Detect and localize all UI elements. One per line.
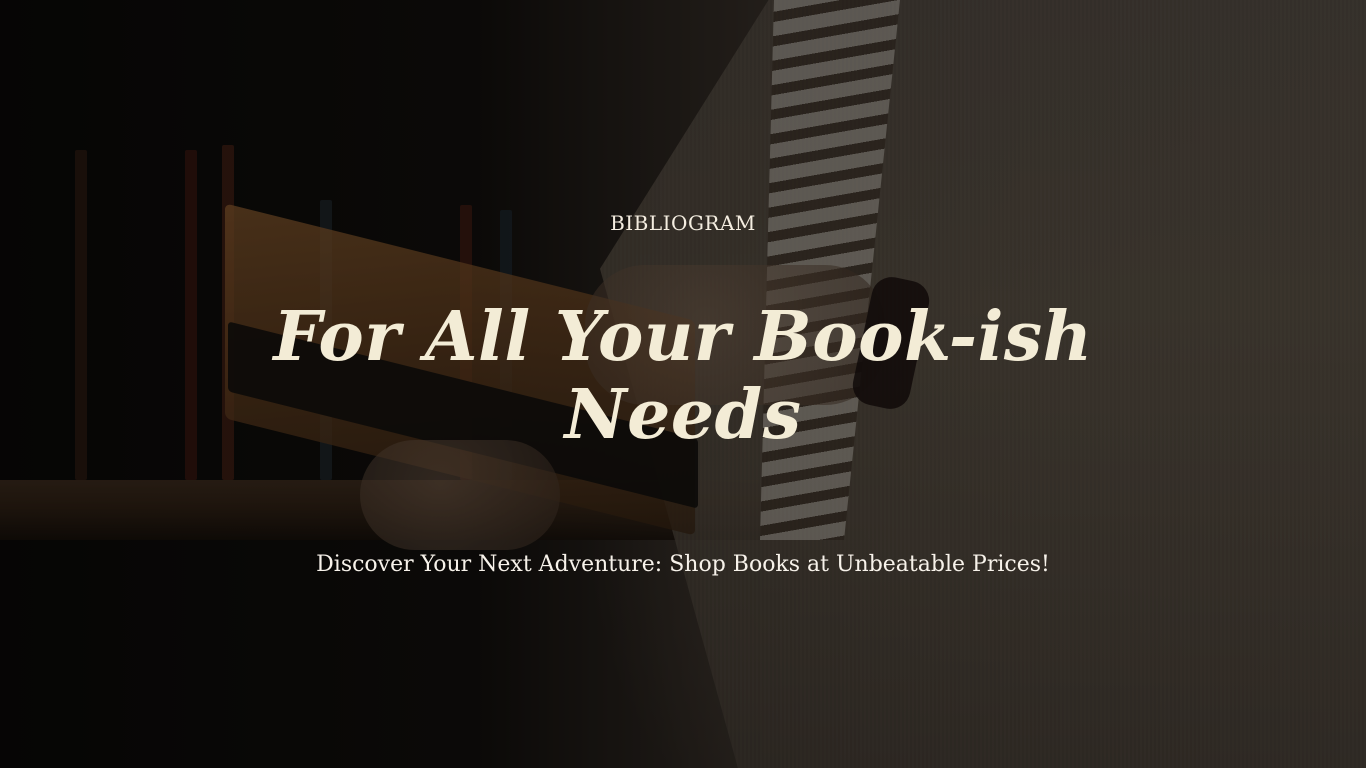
hero-banner: BIBLIOGRAM For All Your Book-ish Needs D…: [0, 0, 1366, 768]
hero-tagline: Discover Your Next Adventure: Shop Books…: [316, 552, 1050, 577]
hero-headline: For All Your Book-ish Needs: [273, 297, 1093, 455]
hero-content: BIBLIOGRAM For All Your Book-ish Needs D…: [0, 0, 1366, 768]
brand-name: BIBLIOGRAM: [610, 211, 756, 235]
